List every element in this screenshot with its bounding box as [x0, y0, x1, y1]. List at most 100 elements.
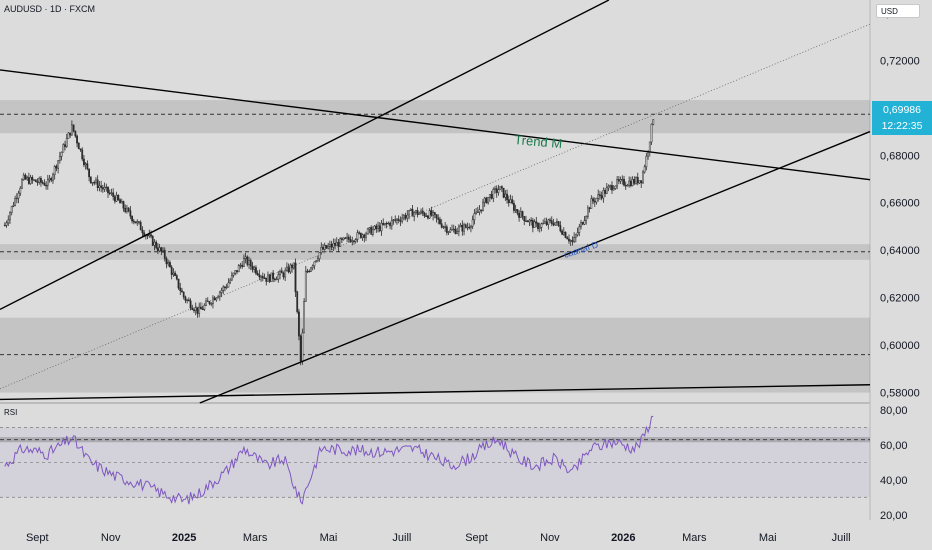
candle-body	[561, 230, 563, 235]
currency-button[interactable]: USD	[876, 4, 920, 18]
candle-body	[294, 262, 297, 293]
candle-body	[315, 260, 318, 263]
candle-body	[272, 272, 275, 280]
candle-body	[621, 178, 624, 181]
candle-body	[330, 244, 333, 248]
candle-body	[81, 149, 84, 160]
candle-body	[583, 220, 586, 225]
candle-body	[337, 242, 340, 247]
candle-body	[76, 135, 78, 144]
candle-body	[296, 291, 299, 313]
candle-body	[246, 256, 249, 265]
candle-body	[332, 243, 335, 248]
candle-body	[545, 221, 548, 225]
rsi-axis-tick-label: 40,00	[880, 475, 908, 487]
candle-body	[414, 210, 417, 213]
candle-body	[43, 182, 46, 186]
candle-body	[444, 226, 447, 228]
candle-body	[72, 124, 75, 132]
candle-body	[74, 130, 77, 137]
candle-body	[368, 227, 371, 230]
time-axis-tick-label: Mai	[320, 532, 338, 544]
candle-body	[299, 335, 302, 362]
candle-body	[57, 160, 60, 169]
last-price-value: 0,69986	[883, 104, 921, 116]
candle-body	[24, 174, 27, 180]
candle-body	[590, 198, 593, 209]
candle-body	[93, 182, 96, 184]
candle-body	[581, 222, 584, 225]
candle-body	[349, 239, 352, 243]
candle-body	[390, 220, 393, 227]
candle-body	[346, 236, 348, 239]
candle-body	[511, 199, 514, 204]
candle-body	[612, 188, 615, 191]
chart-stage[interactable]: AUDUSD, 1D Dollar Australien / Dollar Am…	[0, 0, 932, 550]
candle-body	[430, 210, 433, 216]
candle-body	[156, 247, 159, 252]
candle-body	[167, 262, 170, 265]
candle-body	[564, 231, 567, 238]
candle-body	[604, 190, 606, 194]
candle-body	[70, 124, 73, 136]
candle-body	[640, 180, 643, 184]
candle-body	[421, 210, 424, 214]
candle-body	[45, 184, 47, 187]
candle-body	[586, 207, 589, 217]
candle-body	[626, 185, 629, 187]
candle-body	[359, 232, 362, 239]
candle-body	[248, 260, 250, 265]
candle-body	[432, 212, 434, 216]
candle-body	[182, 291, 185, 298]
candle-body	[220, 290, 223, 293]
candle-body	[89, 176, 92, 184]
candle-body	[10, 206, 13, 213]
candle-body	[19, 187, 22, 194]
candle-body	[316, 258, 319, 261]
candle-body	[447, 231, 450, 233]
candle-body	[224, 286, 226, 289]
candle-body	[490, 194, 493, 199]
price-axis-tick-label: 0,62000	[880, 293, 920, 305]
candle-body	[127, 207, 130, 211]
candle-body	[335, 242, 338, 246]
time-axis-tick-label: Sept	[26, 532, 49, 544]
price-chart[interactable]: Trend Mcaanal D0,740000,720000,700000,68…	[0, 0, 932, 550]
candle-body	[255, 267, 257, 274]
candle-body	[492, 189, 495, 199]
candle-body	[327, 245, 330, 249]
candle-body	[320, 247, 323, 253]
candle-body	[599, 194, 601, 196]
candle-body	[198, 306, 201, 314]
candle-body	[189, 300, 192, 309]
candle-body	[227, 282, 230, 288]
candle-body	[334, 243, 336, 246]
candle-body	[645, 155, 648, 168]
last-price-tag: 0,69986 12:22:35	[872, 101, 932, 135]
candle-body	[499, 186, 502, 191]
candle-body	[437, 217, 440, 220]
candle-body	[341, 238, 343, 240]
candle-body	[485, 197, 488, 204]
candle-body	[96, 179, 99, 188]
candle-body	[29, 176, 32, 184]
candle-body	[132, 220, 135, 223]
candle-body	[502, 187, 505, 198]
candle-body	[523, 216, 526, 222]
candle-body	[557, 221, 560, 226]
candle-body	[55, 165, 58, 169]
candle-body	[397, 218, 400, 221]
candle-body	[614, 185, 617, 189]
candle-body	[521, 211, 524, 217]
candle-body	[122, 201, 125, 209]
price-axis-tick-label: 0,68000	[880, 150, 920, 162]
candle-body	[387, 222, 390, 225]
time-axis-tick-label: Nov	[540, 532, 560, 544]
candle-body	[303, 301, 305, 334]
candle-body	[451, 229, 453, 231]
candle-body	[373, 225, 376, 230]
candle-body	[464, 224, 467, 228]
candle-body	[473, 213, 476, 221]
time-axis-year-label: 2026	[611, 532, 635, 544]
candle-body	[17, 192, 20, 199]
